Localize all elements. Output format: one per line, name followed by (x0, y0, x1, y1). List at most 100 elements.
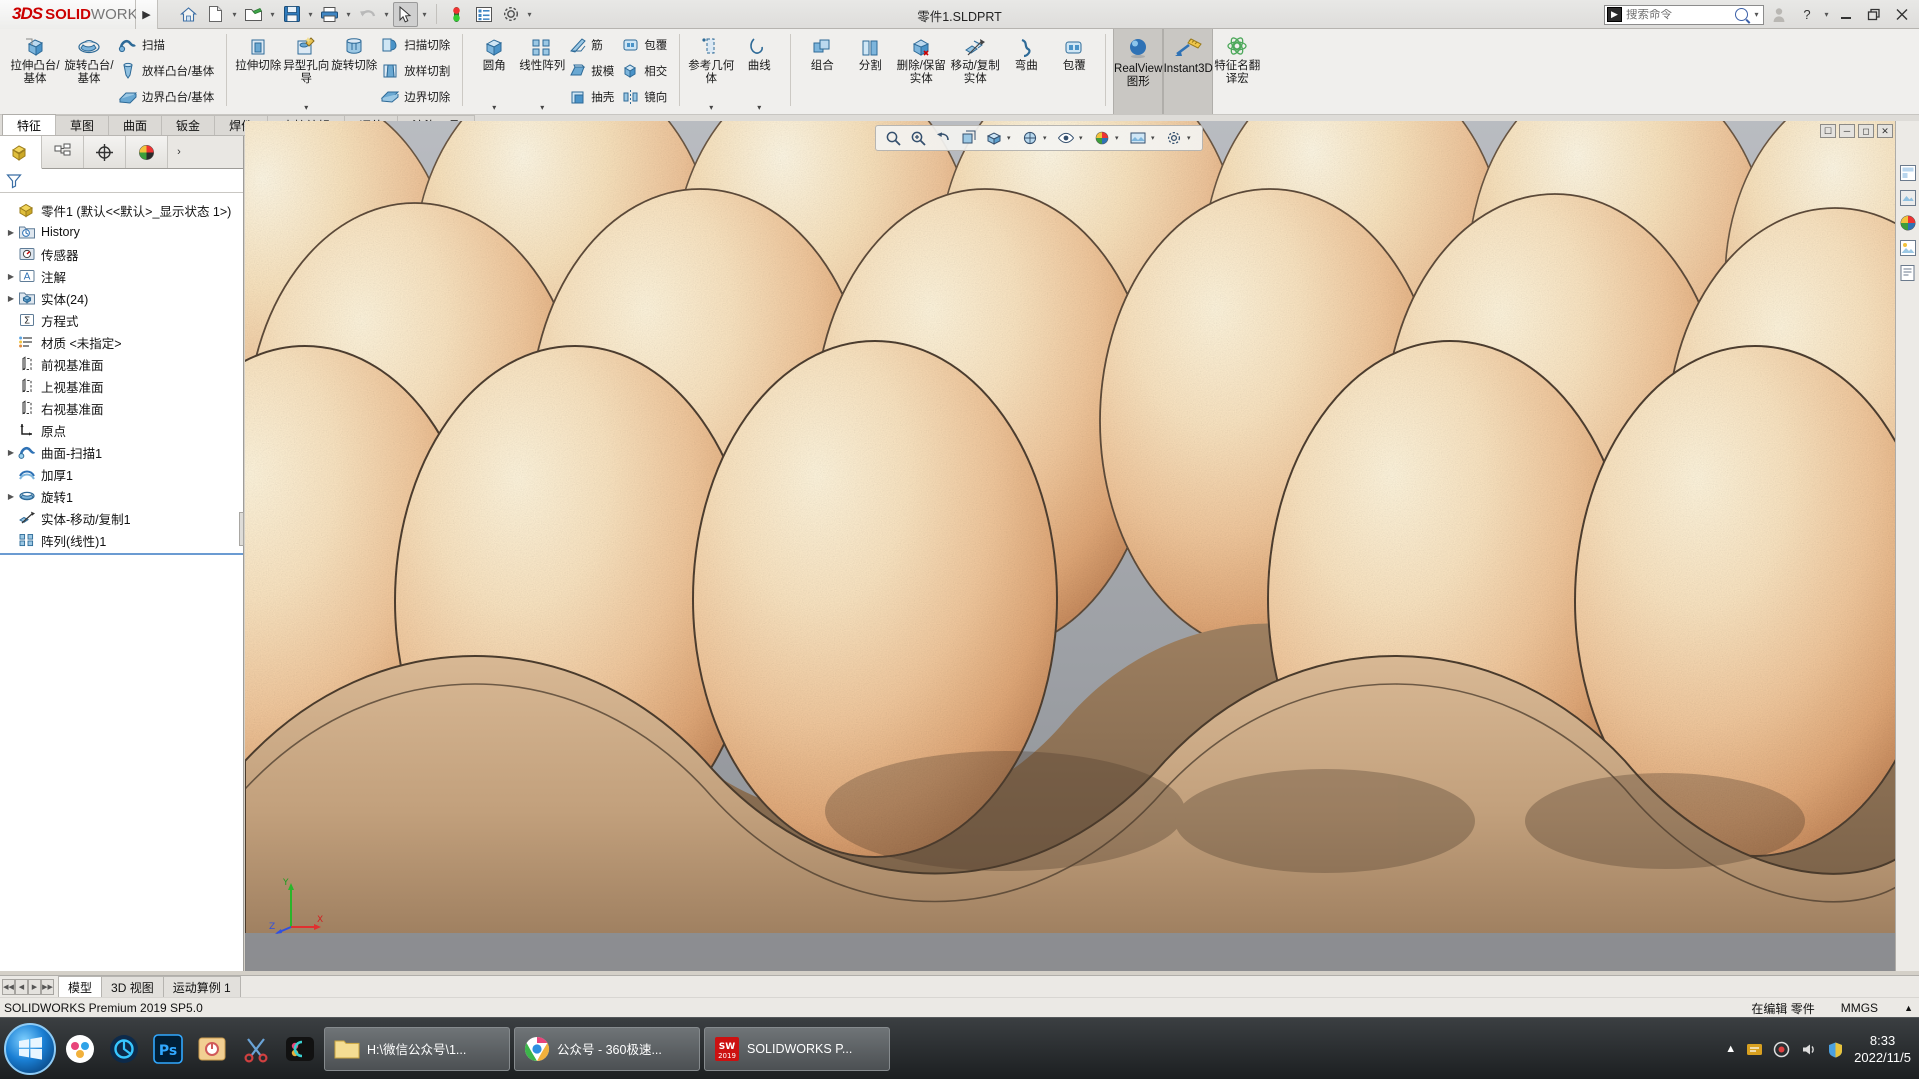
tab-surfaces[interactable]: 曲面 (108, 115, 163, 135)
ribbon-intersect-button[interactable]: 相交 (619, 58, 672, 84)
apply-scene-dropdown[interactable]: ▾ (1151, 134, 1160, 142)
display-style-dropdown[interactable]: ▾ (1043, 134, 1052, 142)
ribbon-sweep-button[interactable]: 扫描 (116, 32, 219, 58)
ribbon-delete-keep-body-button[interactable]: 删除/保留实体 (894, 29, 948, 114)
decals-icon[interactable] (1897, 237, 1919, 259)
more-tabs-button[interactable]: › (168, 136, 190, 168)
tray-volume-icon[interactable] (1800, 1041, 1817, 1058)
zoom-to-fit-icon[interactable] (882, 128, 905, 149)
ribbon-mirror-button[interactable]: 镜向 (619, 84, 672, 110)
ribbon-sweep-cut-button[interactable]: 扫描切除 (378, 32, 455, 58)
ribbon-loft-cut-button[interactable]: 放样切割 (378, 58, 455, 84)
help-dropdown[interactable] (1822, 2, 1831, 27)
tree-item-history[interactable]: ▶ History (0, 221, 243, 243)
ribbon-macro-button[interactable]: 特征名翻译宏 (1213, 29, 1261, 114)
bottom-tab-3dviews[interactable]: 3D 视图 (101, 976, 164, 997)
ribbon-revolve-boss-button[interactable]: 旋转凸台/基体 (62, 29, 116, 114)
display-style-icon[interactable] (1018, 128, 1041, 149)
user-account-icon[interactable] (1766, 1, 1792, 28)
tree-expander[interactable]: ▶ (4, 448, 18, 457)
help-icon[interactable]: ? (1794, 1, 1820, 28)
tree-filter-input[interactable] (27, 174, 217, 187)
menu-expand-arrow[interactable]: ▶ (136, 0, 158, 29)
zoom-to-area-icon[interactable] (907, 128, 930, 149)
graphics-viewport[interactable]: ▾ ▾ ▾ ▾ ▾ ▾ ☐ ─ ◻ ✕ X Y Z (245, 121, 1919, 971)
explorer-window[interactable]: H:\微信公众号\1... (324, 1026, 510, 1071)
hide-show-dropdown[interactable]: ▾ (1079, 134, 1088, 142)
ribbon-move-copy-body-button[interactable]: 移动/复制实体 (948, 29, 1002, 114)
tree-item-revolve[interactable]: ▶ 旋转1 (0, 485, 243, 507)
next-tab-icon[interactable]: ▶ (28, 978, 41, 995)
new-document-icon[interactable] (203, 2, 228, 27)
app-icon-4[interactable] (192, 1028, 232, 1070)
edit-appearance-icon[interactable] (1090, 128, 1113, 149)
view-orientation-dropdown[interactable]: ▾ (1007, 134, 1016, 142)
ribbon-combine-button[interactable]: 组合 (798, 29, 846, 114)
linear-pattern-dropdown[interactable]: ▾ (540, 103, 544, 114)
view-settings-icon[interactable] (1162, 128, 1185, 149)
select-cursor-icon[interactable] (393, 1, 418, 27)
units-dropdown-icon[interactable]: ▲ (1904, 1003, 1913, 1013)
ribbon-flex-button[interactable]: 弯曲 (1002, 29, 1050, 114)
view-palette-icon[interactable] (1897, 162, 1919, 184)
ribbon-rib-button[interactable]: 筋 (566, 32, 619, 58)
ribbon-hole-wizard-button[interactable]: 异型孔向导 ▾ (282, 29, 330, 114)
section-view-icon[interactable] (957, 128, 980, 149)
tray-arrow-icon[interactable]: ▲ (1725, 1043, 1736, 1055)
graphics-restore-icon[interactable]: ☐ (1820, 124, 1836, 138)
graphics-maximize-icon[interactable]: ◻ (1858, 124, 1874, 138)
undo-icon[interactable] (355, 2, 380, 27)
hide-show-items-icon[interactable] (1054, 128, 1077, 149)
curves-dropdown[interactable]: ▾ (757, 103, 761, 114)
apply-scene-icon[interactable] (1126, 128, 1149, 149)
instant3d-toggle[interactable]: Instant3D (1163, 29, 1214, 114)
graphics-minimize-icon[interactable]: ─ (1839, 124, 1855, 138)
app-icon-1[interactable] (60, 1028, 100, 1070)
tree-item-thicken[interactable]: 加厚1 (0, 463, 243, 485)
browser-window[interactable]: 公众号 - 360极速... (514, 1026, 700, 1071)
scenes-icon[interactable] (1897, 212, 1919, 234)
ribbon-linear-pattern-button[interactable]: 线性阵列 ▾ (518, 29, 566, 114)
appearances-icon[interactable] (1897, 187, 1919, 209)
ribbon-revolve-cut-button[interactable]: 旋转切除 (330, 29, 378, 114)
feature-manager-tab[interactable] (0, 136, 42, 169)
display-manager-tab[interactable] (126, 136, 168, 168)
save-dropdown[interactable] (306, 2, 315, 27)
close-icon[interactable] (1889, 1, 1915, 28)
search-input[interactable] (1626, 8, 1731, 21)
ribbon-wrap-button[interactable]: 包覆 (619, 32, 672, 58)
tree-item-equations[interactable]: Σ 方程式 (0, 309, 243, 331)
hole-wizard-dropdown[interactable]: ▾ (304, 103, 308, 114)
search-dropdown[interactable] (1752, 2, 1761, 27)
tray-network-icon[interactable] (1773, 1041, 1790, 1058)
ribbon-split-button[interactable]: 分割 (846, 29, 894, 114)
graphics-close-icon[interactable]: ✕ (1877, 124, 1893, 138)
tab-sheetmetal[interactable]: 钣金 (161, 115, 216, 135)
first-tab-icon[interactable]: ◀◀ (2, 978, 15, 995)
ribbon-extrude-cut-button[interactable]: 拉伸切除 (234, 29, 282, 114)
panel-resize-grip[interactable] (239, 511, 244, 546)
new-document-dropdown[interactable] (230, 2, 239, 27)
ribbon-wrap2-button[interactable]: 包覆 (1050, 29, 1098, 114)
tree-item-part[interactable]: 零件1 (默认<<默认>_显示状态 1>) (0, 199, 243, 221)
ribbon-shell-button[interactable]: 抽壳 (566, 84, 619, 110)
search-icon[interactable] (1735, 8, 1748, 21)
configuration-manager-tab[interactable] (84, 136, 126, 168)
print-dropdown[interactable] (344, 2, 353, 27)
taskbar-clock[interactable]: 8:33 2022/11/5 (1854, 1032, 1911, 1066)
tree-item-body-move-copy[interactable]: 实体-移动/复制1 (0, 507, 243, 529)
tree-expander[interactable]: ▶ (4, 294, 18, 303)
rollback-bar[interactable] (0, 553, 243, 555)
previous-view-icon[interactable] (932, 128, 955, 149)
tree-item-sensors[interactable]: 传感器 (0, 243, 243, 265)
tree-expander[interactable]: ▶ (4, 272, 18, 281)
bottom-tab-model[interactable]: 模型 (58, 976, 103, 997)
tree-item-annotations[interactable]: ▶ A 注解 (0, 265, 243, 287)
ribbon-draft-button[interactable]: 拔模 (566, 58, 619, 84)
undo-dropdown[interactable] (382, 2, 391, 27)
ribbon-boundary-boss-button[interactable]: 边界凸台/基体 (116, 84, 219, 110)
tray-app-icon[interactable] (1746, 1041, 1763, 1058)
property-manager-tab[interactable] (42, 136, 84, 168)
tree-expander[interactable]: ▶ (4, 492, 18, 501)
view-settings-dropdown[interactable]: ▾ (1187, 134, 1196, 142)
